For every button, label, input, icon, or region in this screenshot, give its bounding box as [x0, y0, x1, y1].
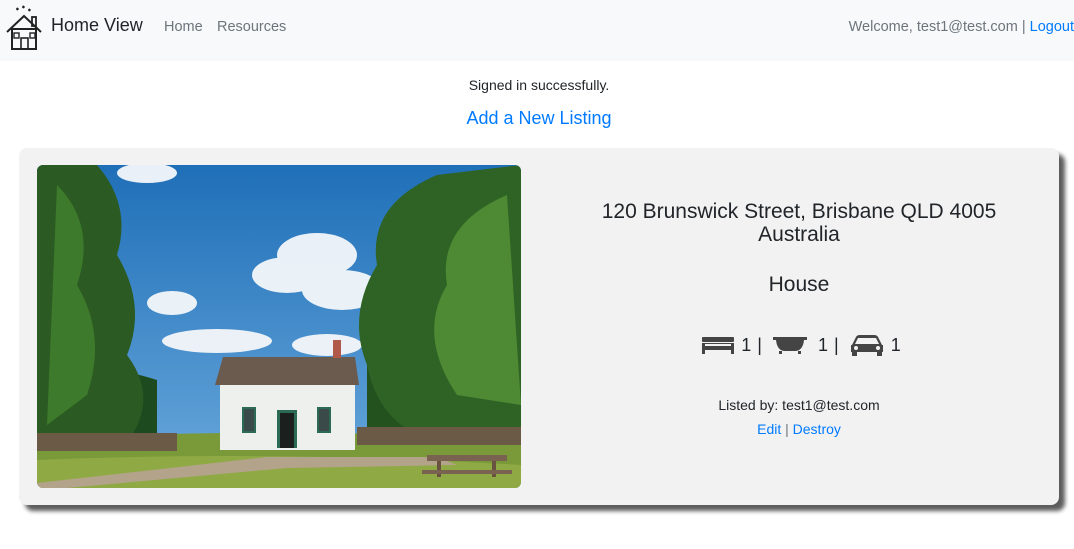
listing-card: 120 Brunswick Street, Brisbane QLD 4005 … — [19, 148, 1059, 505]
flash-notice: Signed in successfully. — [468, 77, 610, 93]
add-listing-link[interactable]: Add a New Listing — [0, 108, 1074, 129]
bathroom-count: 1 — [817, 334, 828, 355]
bed-icon — [702, 337, 735, 354]
parking-count: 1 — [890, 334, 901, 355]
navbar: Home View Home Resources Welcome, test1@… — [0, 0, 1074, 61]
feature-separator: | — [757, 334, 762, 355]
listed-by: Listed by: test1@test.com — [718, 397, 880, 413]
logout-link[interactable]: Logout — [1030, 19, 1074, 35]
house-logo-icon[interactable] — [5, 5, 43, 51]
car-icon — [850, 335, 883, 356]
listing-address: 120 Brunswick Street, Brisbane QLD 4005 … — [601, 200, 997, 246]
bathtub-icon — [772, 337, 807, 354]
brand-title[interactable]: Home View — [51, 15, 143, 36]
destroy-link[interactable]: Destroy — [793, 421, 841, 437]
user-nav: Welcome, test1@test.com | Logout — [849, 19, 1074, 35]
welcome-text: Welcome, test1@test.com — [848, 19, 1018, 35]
listing-photo — [37, 165, 521, 488]
listing-actions: Edit | Destroy — [579, 421, 1019, 437]
nav-separator: | — [1021, 19, 1026, 35]
bedroom-count: 1 — [741, 334, 752, 355]
nav-home-link[interactable]: Home — [164, 19, 203, 35]
edit-link[interactable]: Edit — [757, 421, 781, 437]
listing-details: 120 Brunswick Street, Brisbane QLD 4005 … — [579, 148, 1019, 505]
feature-separator: | — [834, 334, 839, 355]
action-separator: | — [785, 421, 789, 437]
house-photo-image — [37, 165, 521, 488]
property-type: House — [768, 273, 830, 296]
nav-resources-link[interactable]: Resources — [217, 19, 286, 35]
listing-features: 1 | 1 | 1 — [579, 333, 1019, 357]
